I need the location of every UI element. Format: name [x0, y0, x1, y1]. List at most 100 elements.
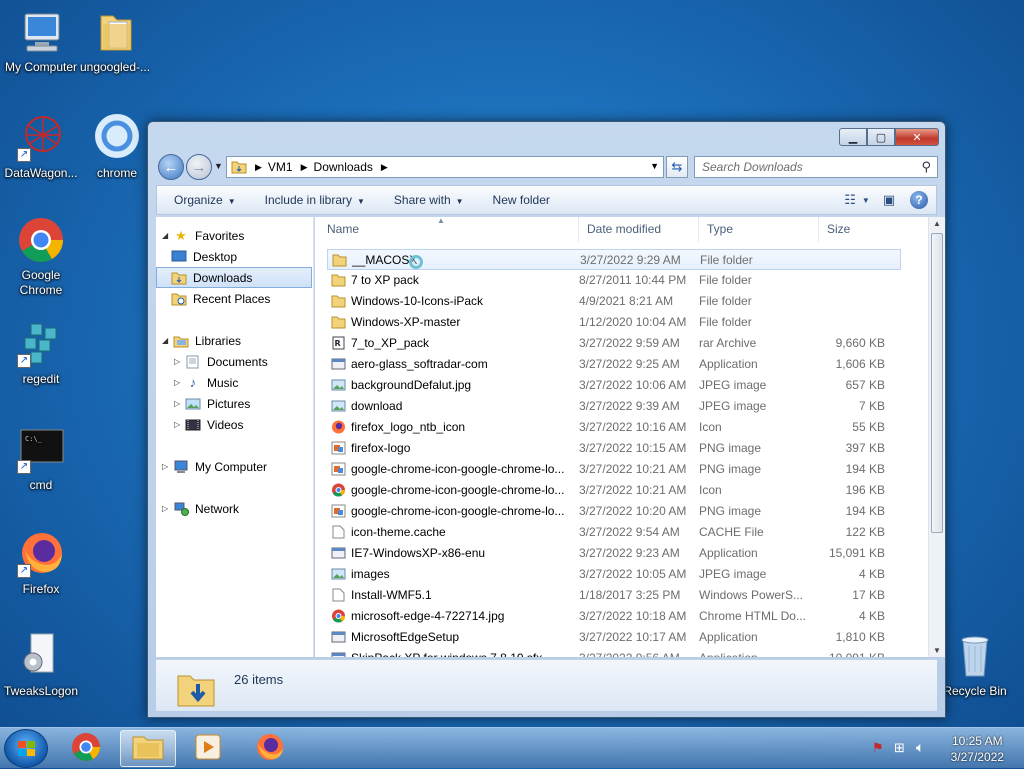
desktop-icon-recycle-bin[interactable]: Recycle Bin: [934, 632, 1016, 699]
search-input[interactable]: Search Downloads ⚲: [694, 156, 938, 178]
file-row[interactable]: Windows-10-Icons-iPack 4/9/2021 8:21 AM Fi…: [327, 291, 901, 312]
file-name: SkinPack XP for windows 7,8,10 sfx: [351, 648, 581, 657]
file-date-modified: 1/12/2020 10:04 AM: [579, 315, 687, 329]
address-dropdown-icon[interactable]: ▼: [650, 161, 659, 171]
desktop-icon-ungoogled[interactable]: ungoogled-...: [74, 8, 156, 75]
scroll-down-icon[interactable]: ▼: [933, 646, 941, 655]
file-row[interactable]: google-chrome-icon-google-chrome-lo... 3/…: [327, 480, 901, 501]
forward-button[interactable]: →: [186, 154, 212, 180]
file-size: 15,091 KB: [828, 546, 885, 560]
organize-label: Organize: [174, 193, 223, 207]
tree-item-music[interactable]: ▷ ♪ Music: [174, 372, 238, 393]
file-row[interactable]: firefox-logo 3/27/2022 10:15 AM PNG image 3…: [327, 438, 901, 459]
file-row[interactable]: aero-glass_softradar-com 3/27/2022 9:25 A…: [327, 354, 901, 375]
include-in-library-button[interactable]: Include in library ▼: [265, 193, 365, 207]
file-row[interactable]: SkinPack XP for windows 7,8,10 sfx3/27/2…: [327, 648, 901, 657]
desktop-icon-tweakslogon[interactable]: TweaksLogon: [0, 632, 82, 699]
expand-arrow-icon[interactable]: ▷: [174, 399, 184, 408]
tree-item-desktop[interactable]: Desktop: [170, 246, 237, 267]
file-row[interactable]: Install-WMF5.1 1/18/2017 3:25 PM Windows P…: [327, 585, 901, 606]
close-button[interactable]: ✕: [895, 128, 939, 146]
maximize-button[interactable]: ▢: [867, 128, 895, 146]
desktop-icon-google-chrome[interactable]: Google Chrome: [0, 216, 82, 298]
network-tray-icon[interactable]: ⊞: [894, 740, 905, 756]
file-row[interactable]: R 7_to_XP_pack 3/27/2022 9:59 AM rar Archiv…: [327, 333, 901, 354]
breadcrumb-separator-icon[interactable]: ▶: [255, 162, 262, 173]
refresh-button[interactable]: ⇆: [666, 156, 688, 178]
file-row[interactable]: google-chrome-icon-google-chrome-lo... 3/…: [327, 459, 901, 480]
start-button[interactable]: [4, 729, 48, 768]
minimize-button[interactable]: ▁: [839, 128, 867, 146]
breadcrumb-separator-icon[interactable]: ▶: [301, 162, 308, 173]
breadcrumb-separator-icon[interactable]: ▶: [381, 162, 388, 173]
file-row[interactable]: icon-theme.cache 3/27/2022 9:54 AM CACHE F…: [327, 522, 901, 543]
scroll-up-icon[interactable]: ▲: [933, 219, 941, 228]
address-bar[interactable]: ▶ VM1 ▶ Downloads ▶ ▼: [226, 156, 664, 178]
desktop-icon-chrome[interactable]: chrome: [76, 114, 158, 181]
view-options-button[interactable]: ☷ ▼: [844, 190, 870, 210]
expand-arrow-icon[interactable]: ◢: [162, 336, 172, 345]
help-button[interactable]: ?: [910, 191, 928, 209]
desktop-icon-label: regedit: [22, 372, 60, 386]
search-icon[interactable]: ⚲: [921, 159, 931, 175]
expand-arrow-icon[interactable]: ▷: [174, 420, 184, 429]
desktop-icon-firefox[interactable]: ↗ Firefox: [0, 530, 82, 597]
scrollbar-thumb[interactable]: [931, 233, 943, 533]
expand-arrow-icon[interactable]: ▷: [162, 504, 172, 513]
taskbar-media-player[interactable]: [180, 730, 236, 767]
tree-item-my-computer[interactable]: ▷ My Computer: [162, 456, 267, 477]
file-row[interactable]: google-chrome-icon-google-chrome-lo... 3/…: [327, 501, 901, 522]
expand-arrow-icon[interactable]: ▷: [174, 357, 184, 366]
desktop-icon-label: My Computer: [4, 60, 78, 74]
file-row[interactable]: IE7-WindowsXP-x86-enu 3/27/2022 9:23 AM Ap…: [327, 543, 901, 564]
svg-text:C:\_: C:\_: [25, 435, 43, 443]
expand-arrow-icon[interactable]: ◢: [162, 231, 172, 240]
organize-button[interactable]: Organize ▼: [174, 193, 236, 207]
taskbar-chrome[interactable]: [58, 730, 114, 767]
desktop-icon-regedit[interactable]: ↗ regedit: [0, 320, 82, 387]
tree-item-favorites[interactable]: ◢ ★ Favorites: [162, 225, 244, 246]
expand-arrow-icon[interactable]: ▷: [174, 378, 184, 387]
new-folder-button[interactable]: New folder: [493, 193, 550, 207]
tree-item-libraries[interactable]: ◢ Libraries: [162, 330, 241, 351]
file-row[interactable]: images 3/27/2022 10:05 AM JPEG image 4 KB: [327, 564, 901, 585]
tree-item-network[interactable]: ▷ Network: [162, 498, 239, 519]
file-row[interactable]: Windows-XP-master 1/12/2020 10:04 AM File …: [327, 312, 901, 333]
file-name: Install-WMF5.1: [351, 588, 432, 602]
breadcrumb-downloads[interactable]: Downloads: [314, 160, 373, 174]
column-header-size[interactable]: Size: [819, 217, 929, 242]
clock[interactable]: 10:25 AM 3/27/2022: [951, 733, 1004, 765]
file-row[interactable]: microsoft-edge-4-722714.jpg 3/27/2022 10:…: [327, 606, 901, 627]
vertical-scrollbar[interactable]: ▲ ▼: [928, 217, 945, 657]
desktop-icon-datawagon[interactable]: ↗ DataWagon...: [0, 114, 82, 181]
tree-item-recent-places[interactable]: Recent Places: [170, 288, 270, 309]
column-header-type[interactable]: Type: [699, 217, 819, 242]
recent-pages-dropdown[interactable]: ▼: [214, 161, 223, 171]
file-row[interactable]: MicrosoftEdgeSetup 3/27/2022 10:17 AM Appl…: [327, 627, 901, 648]
desktop-icon-cmd[interactable]: C:\_ ↗ cmd: [0, 426, 82, 493]
tree-item-videos[interactable]: ▷ Videos: [174, 414, 243, 435]
back-button[interactable]: ←: [158, 154, 184, 180]
taskbar-firefox[interactable]: [242, 730, 298, 767]
column-header-name[interactable]: Name ▲: [315, 217, 579, 242]
desktop-icon-label: TweaksLogon: [3, 684, 79, 698]
tree-item-documents[interactable]: ▷ Documents: [174, 351, 268, 372]
column-header-date[interactable]: Date modified: [579, 217, 699, 242]
file-type: CACHE File: [699, 525, 764, 539]
expand-arrow-icon[interactable]: ▷: [162, 462, 172, 471]
file-row[interactable]: 7 to XP pack 8/27/2011 10:44 PM File folde…: [327, 270, 901, 291]
tree-item-pictures[interactable]: ▷ Pictures: [174, 393, 250, 414]
file-type: Application: [699, 630, 758, 644]
tree-item-downloads[interactable]: Downloads: [156, 267, 312, 288]
file-row[interactable]: download 3/27/2022 9:39 AM JPEG image 7 KB: [327, 396, 901, 417]
share-with-button[interactable]: Share with ▼: [394, 193, 464, 207]
preview-pane-button[interactable]: ▣: [878, 190, 900, 210]
file-row[interactable]: firefox_logo_ntb_icon 3/27/2022 10:16 AM I…: [327, 417, 901, 438]
desktop-icon-my-computer[interactable]: My Computer: [0, 8, 82, 75]
taskbar-explorer[interactable]: [120, 730, 176, 767]
breadcrumb-vm1[interactable]: VM1: [268, 160, 293, 174]
file-row[interactable]: backgroundDefalut.jpg 3/27/2022 10:06 AM J…: [327, 375, 901, 396]
volume-icon[interactable]: 🔈︎: [916, 739, 924, 756]
action-center-flag-icon[interactable]: ⚑: [872, 740, 884, 756]
file-type: Application: [699, 648, 814, 657]
